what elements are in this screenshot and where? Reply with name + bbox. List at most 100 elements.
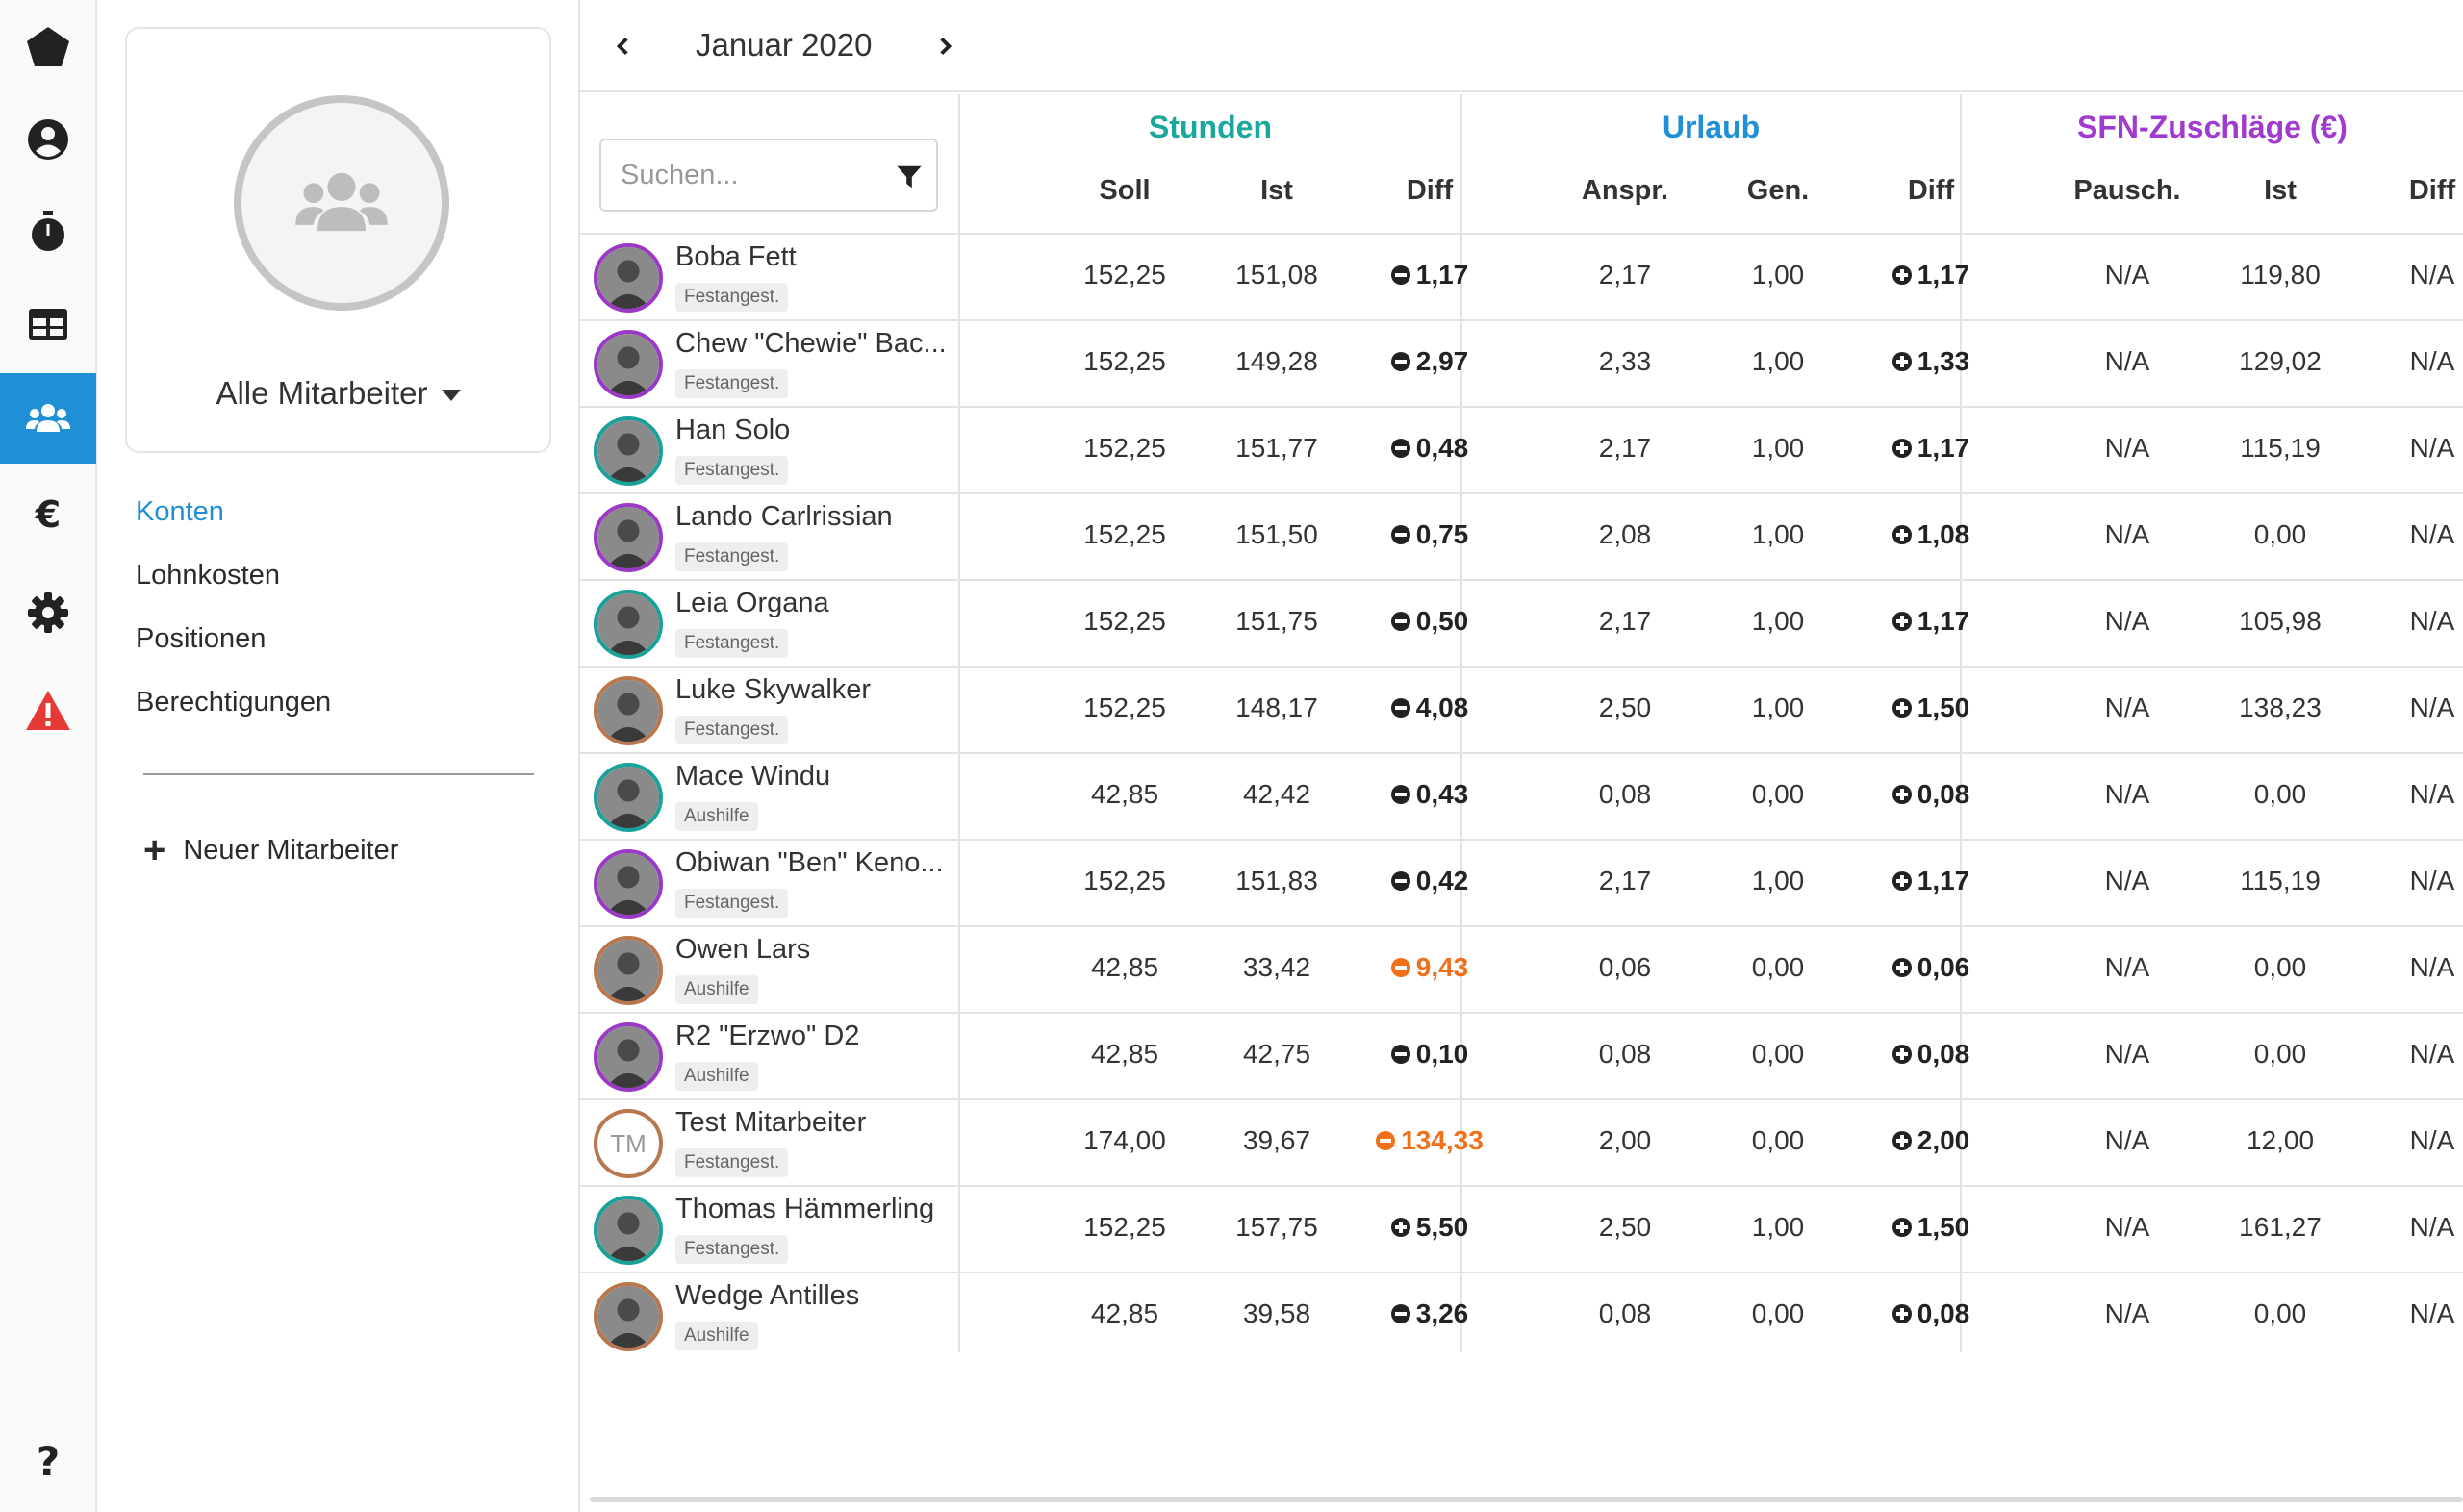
employee-name[interactable]: Test Mitarbeiter [675, 1107, 947, 1139]
rail-settings-button[interactable] [0, 567, 96, 658]
cell-urlaub-diff: 1,50 [1854, 1212, 2008, 1243]
plus-circle-icon [1892, 438, 1912, 458]
group-header-sfn: SFN-Zuschläge (€) [2077, 110, 2348, 144]
cell-diff: 2,97 [1353, 346, 1507, 377]
diff-value: 0,48 [1415, 433, 1469, 463]
avatar[interactable] [594, 849, 663, 919]
user-photo-icon [597, 1026, 659, 1088]
cell-soll: 174,00 [1083, 1125, 1166, 1155]
table-row[interactable]: Chew "Chewie" Bac... Festangest. 152,25 149… [580, 319, 2463, 406]
rail-profile-button[interactable] [0, 94, 96, 185]
table-row[interactable]: R2 "Erzwo" D2 Aushilfe 42,85 42,75 0,08 0,00 N… [580, 1012, 2463, 1098]
avatar[interactable] [594, 503, 663, 572]
search-input[interactable] [621, 146, 900, 204]
rail-team-button[interactable] [0, 373, 96, 464]
avatar[interactable] [594, 1196, 663, 1265]
cell-ist: 39,67 [1242, 1125, 1311, 1155]
cell-gen: 1,00 [1751, 260, 1805, 290]
rail-payroll-button[interactable]: € [0, 469, 96, 560]
user-photo-icon [597, 1286, 659, 1348]
cell-urlaub-diff: 1,17 [1854, 866, 2008, 896]
column-header-soll[interactable]: Soll [1057, 175, 1192, 207]
avatar[interactable] [594, 416, 663, 486]
column-header-anspr[interactable]: Anspr. [1558, 175, 1692, 207]
subnav-berechtigungen[interactable]: Berechtigungen [136, 687, 331, 718]
avatar[interactable] [594, 590, 663, 659]
plus-circle-icon [1892, 351, 1912, 371]
cell-pausch: N/A [2104, 1212, 2150, 1242]
cell-urlaub-diff: 2,00 [1854, 1125, 2008, 1156]
employee-name[interactable]: Leia Organa [675, 588, 947, 619]
employee-name[interactable]: Owen Lars [675, 934, 947, 966]
table-row[interactable]: Owen Lars Aushilfe 42,85 33,42 0,06 0,00 N/A 0,… [580, 925, 2463, 1012]
subnav-lohnkosten[interactable]: Lohnkosten [136, 560, 280, 592]
employment-type-badge: Festangest. [675, 542, 789, 571]
table-row[interactable]: Han Solo Festangest. 152,25 151,77 2,17 1,00 N… [580, 406, 2463, 492]
prev-month-button[interactable] [604, 27, 643, 65]
cell-sfn-ist: 0,00 [2253, 1298, 2307, 1328]
avatar[interactable]: TM [594, 1109, 663, 1178]
cell-ist: 151,08 [1235, 260, 1318, 290]
diff-value: 1,17 [1415, 260, 1469, 290]
add-employee-button[interactable]: + Neuer Mitarbeiter [143, 831, 398, 869]
table-row[interactable]: Leia Organa Festangest. 152,25 151,75 2,17 1,… [580, 579, 2463, 666]
filter-icon[interactable] [896, 164, 923, 190]
cell-soll: 152,25 [1083, 693, 1166, 722]
next-month-button[interactable] [926, 27, 964, 65]
column-header-gen[interactable]: Gen. [1711, 175, 1845, 207]
employee-name[interactable]: Lando Carlrissian [675, 501, 947, 533]
employee-name[interactable]: Chew "Chewie" Bac... [675, 328, 947, 360]
avatar[interactable] [594, 763, 663, 832]
cell-anspr: 2,33 [1598, 346, 1652, 376]
table-row[interactable]: Obiwan "Ben" Keno... Festangest. 152,25 151… [580, 839, 2463, 925]
column-header-sfn-diff[interactable]: Diff [2365, 175, 2463, 207]
employee-name[interactable]: Boba Fett [675, 241, 947, 273]
table-row[interactable]: Wedge Antilles Aushilfe 42,85 39,58 0,08 0,00… [580, 1272, 2463, 1358]
employee-name[interactable]: Mace Windu [675, 761, 947, 793]
column-header-ist[interactable]: Ist [1209, 175, 1344, 207]
employee-name[interactable]: Thomas Hämmerling [675, 1194, 947, 1225]
horizontal-scrollbar[interactable] [590, 1497, 2463, 1502]
team-select-dropdown[interactable]: Alle Mitarbeiter [127, 375, 549, 412]
minus-circle-icon [1390, 611, 1410, 631]
table-row[interactable]: Thomas Hämmerling Festangest. 152,25 157,75… [580, 1185, 2463, 1272]
table-row[interactable]: Boba Fett Festangest. 152,25 151,08 2,17 1,00… [580, 233, 2463, 319]
rail-help-button[interactable]: ? [0, 1416, 96, 1506]
cell-gen: 1,00 [1751, 866, 1805, 895]
table-row[interactable]: Luke Skywalker Festangest. 152,25 148,17 2,5… [580, 666, 2463, 752]
employment-type-badge: Festangest. [675, 716, 789, 744]
table-row[interactable]: TM Test Mitarbeiter Festangest. 174,00 39,67… [580, 1098, 2463, 1185]
cell-sfn-diff: N/A [2409, 1039, 2455, 1069]
avatar[interactable] [594, 330, 663, 399]
employee-panel: Alle Mitarbeiter Konten Lohnkosten Posit… [97, 0, 580, 1512]
avatar[interactable] [594, 1282, 663, 1351]
employment-type-badge: Festangest. [675, 456, 789, 485]
icon-rail: € ? [0, 0, 97, 1512]
subnav-konten[interactable]: Konten [136, 496, 224, 528]
subnav-positionen[interactable]: Positionen [136, 623, 266, 655]
table-row[interactable]: Lando Carlrissian Festangest. 152,25 151,50… [580, 492, 2463, 579]
employee-name[interactable]: Luke Skywalker [675, 674, 947, 706]
cell-ist: 39,58 [1242, 1298, 1311, 1328]
avatar[interactable] [594, 936, 663, 1005]
rail-schedule-button[interactable] [0, 279, 96, 369]
employee-name[interactable]: Obiwan "Ben" Keno... [675, 847, 947, 879]
cell-ist: 157,75 [1235, 1212, 1318, 1242]
rail-alerts-button[interactable] [0, 666, 96, 756]
column-header-sfn-ist[interactable]: Ist [2213, 175, 2348, 207]
table-row[interactable]: Mace Windu Aushilfe 42,85 42,42 0,08 0,00 N/A 0… [580, 752, 2463, 839]
app-logo-button[interactable] [0, 2, 96, 92]
employee-name[interactable]: Wedge Antilles [675, 1280, 947, 1312]
diff-value: 0,75 [1415, 519, 1469, 549]
column-header-pausch[interactable]: Pausch. [2060, 175, 2195, 207]
divider [143, 773, 534, 775]
column-header-urlaub-diff[interactable]: Diff [1864, 175, 1998, 207]
avatar[interactable] [594, 1022, 663, 1092]
avatar[interactable] [594, 676, 663, 745]
employee-name[interactable]: R2 "Erzwo" D2 [675, 1021, 947, 1052]
column-header-diff[interactable]: Diff [1362, 175, 1497, 207]
avatar[interactable] [594, 243, 663, 313]
minus-circle-icon [1390, 1044, 1410, 1064]
employee-name[interactable]: Han Solo [675, 415, 947, 446]
rail-time-button[interactable] [0, 187, 96, 277]
